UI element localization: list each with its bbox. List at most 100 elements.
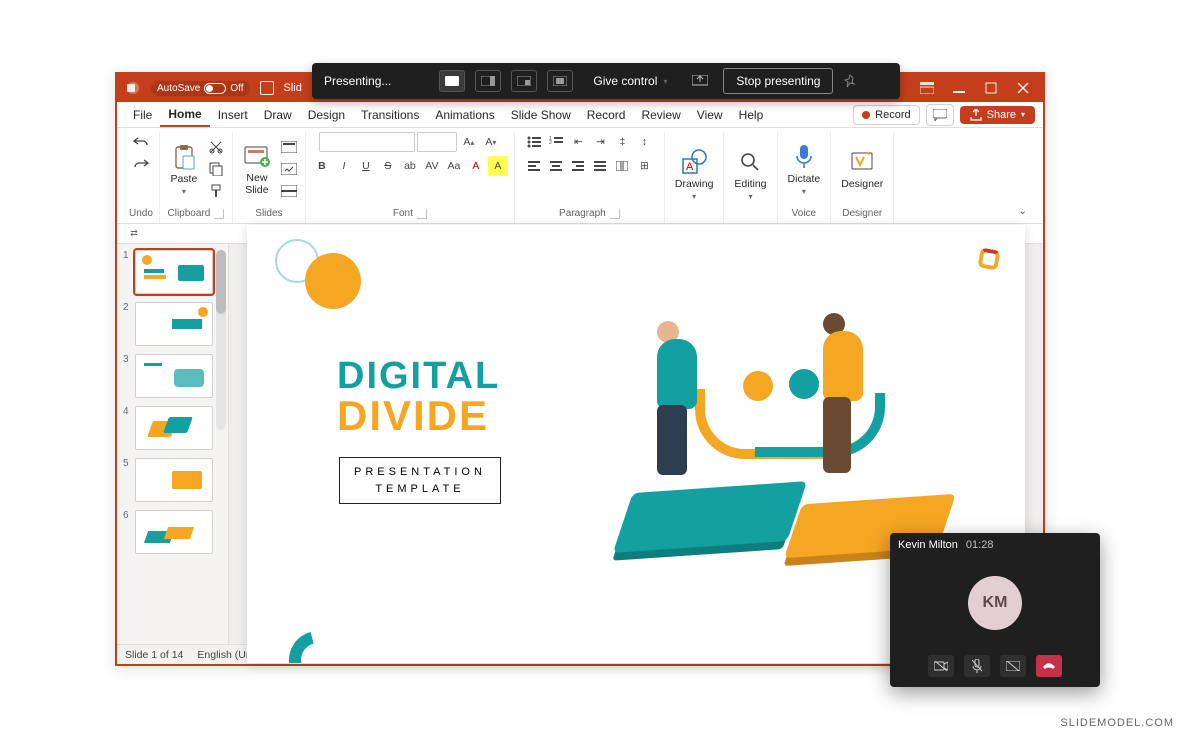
group-editing: Editing▾ <box>724 132 777 223</box>
teams-call-window[interactable]: Kevin Milton 01:28 KM <box>890 533 1100 687</box>
copy-button[interactable] <box>206 159 226 179</box>
give-control-button[interactable]: Give control ▾ <box>583 70 677 92</box>
tab-record[interactable]: Record <box>579 103 634 126</box>
font-name-select[interactable] <box>319 132 415 152</box>
tab-animations[interactable]: Animations <box>427 103 502 126</box>
tab-help[interactable]: Help <box>731 103 772 126</box>
layout-button[interactable] <box>279 137 299 157</box>
tab-slide-show[interactable]: Slide Show <box>503 103 579 126</box>
leave-call-button[interactable] <box>1036 655 1062 677</box>
slide-thumbnail-4[interactable] <box>135 406 213 450</box>
collapse-ribbon-icon[interactable]: ⌄ <box>1008 199 1037 223</box>
line-spacing-button[interactable]: ‡ <box>612 132 632 152</box>
undo-button[interactable] <box>131 132 151 152</box>
change-case-button[interactable]: Aa <box>444 156 464 176</box>
decrease-font-button[interactable]: A▾ <box>481 132 501 152</box>
qat-chevron-icon[interactable]: ⇄ <box>127 227 141 241</box>
camera-off-icon[interactable] <box>928 655 954 677</box>
minimize-icon[interactable] <box>945 77 973 99</box>
align-left-button[interactable] <box>524 156 544 176</box>
font-size-select[interactable] <box>417 132 457 152</box>
dialog-launcher-icon[interactable] <box>417 209 427 219</box>
slide-subtitle: PRESENTATION TEMPLATE <box>339 457 501 504</box>
close-icon[interactable] <box>1009 77 1037 99</box>
underline-button[interactable]: U <box>356 156 376 176</box>
slide-thumbnail-1[interactable] <box>135 250 213 294</box>
new-slide-icon <box>243 142 271 170</box>
tab-view[interactable]: View <box>689 103 731 126</box>
tab-transitions[interactable]: Transitions <box>353 103 427 126</box>
group-voice: Dictate▾ Voice <box>778 132 832 223</box>
bold-button[interactable]: B <box>312 156 332 176</box>
char-spacing-button[interactable]: AV <box>422 156 442 176</box>
tab-draw[interactable]: Draw <box>256 103 300 126</box>
record-button[interactable]: Record <box>853 105 919 125</box>
teams-presenter-bar: Presenting... Give control ▾ Stop presen… <box>312 63 900 99</box>
slide-thumbnail-2[interactable] <box>135 302 213 346</box>
maximize-icon[interactable] <box>977 77 1005 99</box>
drawing-button[interactable]: A Drawing▾ <box>671 146 718 203</box>
chevron-down-icon: ▾ <box>1021 110 1025 119</box>
pin-icon[interactable] <box>843 74 859 88</box>
tab-design[interactable]: Design <box>300 103 353 126</box>
paste-button[interactable]: Paste ▾ <box>166 141 202 198</box>
chevron-down-icon: ▾ <box>692 192 696 201</box>
layout-focus-icon[interactable] <box>547 70 573 92</box>
layout-full-icon[interactable] <box>439 70 465 92</box>
chevron-down-icon: ▾ <box>663 77 667 86</box>
smartart-button[interactable]: ⊞ <box>634 156 654 176</box>
share-toggle-icon[interactable] <box>1000 655 1026 677</box>
bullets-button[interactable] <box>524 132 544 152</box>
slide-thumbnail-5[interactable] <box>135 458 213 502</box>
slide-position[interactable]: Slide 1 of 14 <box>125 649 183 661</box>
save-icon[interactable] <box>260 81 274 95</box>
stop-presenting-button[interactable]: Stop presenting <box>723 68 833 94</box>
tab-home[interactable]: Home <box>160 102 209 127</box>
chevron-down-icon: ▾ <box>182 187 186 196</box>
group-designer: Designer Designer <box>831 132 894 223</box>
tab-insert[interactable]: Insert <box>210 103 256 126</box>
align-right-button[interactable] <box>568 156 588 176</box>
share-button[interactable]: Share▾ <box>960 106 1035 124</box>
new-slide-button[interactable]: New Slide <box>239 140 275 198</box>
layout-popout-icon[interactable] <box>511 70 537 92</box>
highlight-button[interactable]: A <box>488 156 508 176</box>
tab-file[interactable]: File <box>125 103 160 126</box>
strike-button[interactable]: S <box>378 156 398 176</box>
justify-button[interactable] <box>590 156 610 176</box>
cut-button[interactable] <box>206 137 226 157</box>
text-direction-button[interactable]: ↕ <box>634 132 654 152</box>
toggle-off-icon <box>204 83 226 94</box>
dialog-launcher-icon[interactable] <box>610 209 620 219</box>
align-center-button[interactable] <box>546 156 566 176</box>
editing-button[interactable]: Editing▾ <box>730 146 770 203</box>
shapes-icon: A <box>680 148 708 176</box>
redo-button[interactable] <box>131 154 151 174</box>
slide-thumbnail-3[interactable] <box>135 354 213 398</box>
share-screen-icon[interactable] <box>687 70 713 92</box>
increase-font-button[interactable]: A▴ <box>459 132 479 152</box>
autosave-toggle[interactable]: AutoSave Off <box>151 81 250 96</box>
ribbon-mode-icon[interactable] <box>913 77 941 99</box>
numbering-button[interactable]: 12 <box>546 132 566 152</box>
slide-thumbnail-6[interactable] <box>135 510 213 554</box>
group-label: Undo <box>129 206 153 223</box>
tab-review[interactable]: Review <box>633 103 688 126</box>
dialog-launcher-icon[interactable] <box>214 209 224 219</box>
indent-more-button[interactable]: ⇥ <box>590 132 610 152</box>
scrollbar[interactable] <box>216 250 226 430</box>
section-button[interactable] <box>279 181 299 201</box>
format-painter-button[interactable] <box>206 181 226 201</box>
reset-button[interactable] <box>279 159 299 179</box>
italic-button[interactable]: I <box>334 156 354 176</box>
shadow-button[interactable]: ab <box>400 156 420 176</box>
dictate-button[interactable]: Dictate▾ <box>784 141 825 198</box>
columns-button[interactable] <box>612 156 632 176</box>
font-color-button[interactable]: A <box>466 156 486 176</box>
layout-side-icon[interactable] <box>475 70 501 92</box>
comments-button[interactable] <box>926 104 954 126</box>
chevron-down-icon: ▾ <box>802 187 806 196</box>
mic-off-icon[interactable] <box>964 655 990 677</box>
indent-less-button[interactable]: ⇤ <box>568 132 588 152</box>
designer-button[interactable]: Designer <box>837 146 887 192</box>
